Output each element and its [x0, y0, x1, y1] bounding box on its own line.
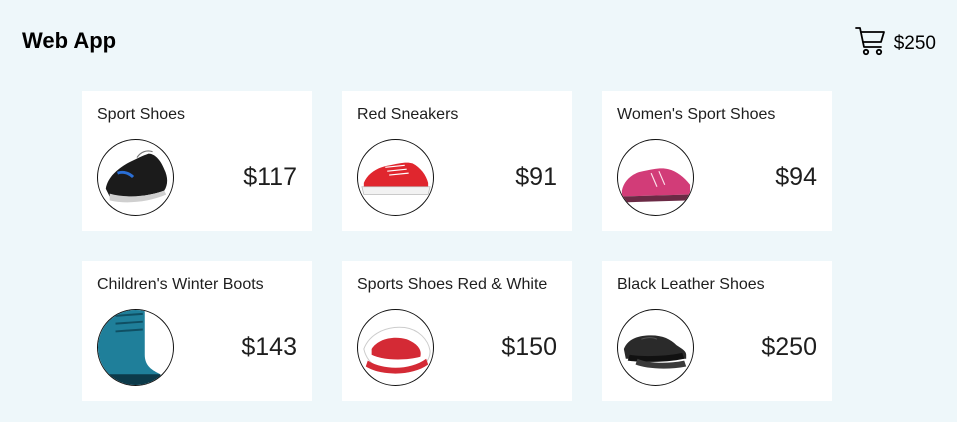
product-card[interactable]: Red Sneakers $91 [342, 91, 572, 231]
product-image-red-sneakers [357, 139, 434, 216]
cart-button[interactable]: $250 [854, 26, 936, 61]
product-image-childrens-winter-boots [97, 309, 174, 386]
product-card[interactable]: Black Leather Shoes $250 [602, 261, 832, 401]
product-price: $117 [243, 163, 297, 191]
product-name: Red Sneakers [357, 106, 459, 123]
product-card[interactable]: Women's Sport Shoes $94 [602, 91, 832, 231]
product-image-sport-shoes [97, 139, 174, 216]
product-image-womens-sport-shoes [617, 139, 694, 216]
app-header: Web App $250 [0, 0, 957, 84]
product-card[interactable]: Sports Shoes Red & White $150 [342, 261, 572, 401]
product-grid: Sport Shoes $117 Red Sneakers $91 Women'… [82, 91, 832, 401]
product-price: $94 [775, 163, 817, 191]
product-name: Sport Shoes [97, 106, 186, 123]
product-image-black-leather-shoes [617, 309, 694, 386]
product-image-sports-shoes-red-white [357, 309, 434, 386]
app-title: Web App [22, 28, 117, 53]
product-price: $150 [501, 333, 557, 361]
product-card[interactable]: Sport Shoes $117 [82, 91, 312, 231]
product-price: $143 [241, 333, 297, 361]
product-name: Children's Winter Boots [97, 276, 264, 293]
product-name: Sports Shoes Red & White [357, 276, 548, 293]
shopping-cart-icon [854, 26, 886, 61]
product-name: Women's Sport Shoes [617, 106, 776, 123]
product-name: Black Leather Shoes [617, 276, 765, 293]
product-price: $91 [515, 163, 557, 191]
product-price: $250 [761, 333, 817, 361]
product-card[interactable]: Children's Winter Boots $143 [82, 261, 312, 401]
cart-total: $250 [893, 32, 936, 54]
